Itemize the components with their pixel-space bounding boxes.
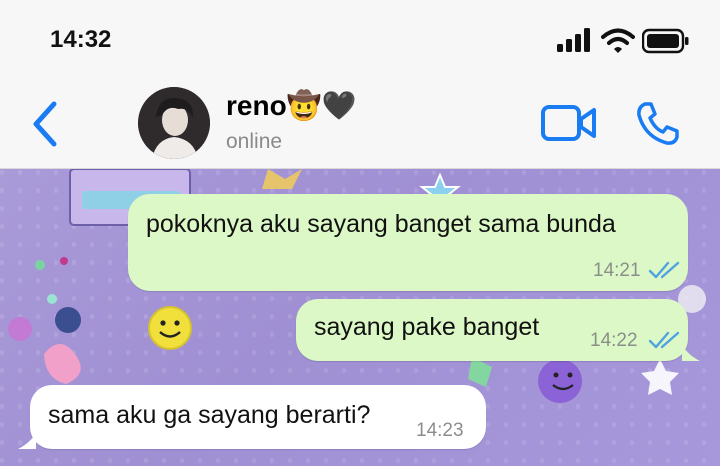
message-time: 14:21 (593, 260, 641, 281)
wifi-icon (601, 28, 635, 53)
bubble-tail (682, 345, 700, 361)
contact-status: online (226, 130, 283, 153)
battery-icon (642, 28, 689, 54)
avatar-photo (138, 87, 210, 159)
chevron-left-icon[interactable] (28, 100, 64, 148)
bubble-tail (18, 433, 36, 449)
message-time: 14:22 (590, 330, 638, 351)
signal-icon (557, 28, 590, 52)
avatar[interactable] (138, 87, 210, 159)
message-text: sayang pake banget (314, 313, 540, 341)
double-check-icon (648, 261, 680, 279)
message-bubble-incoming[interactable]: sama aku ga sayang berarti? 14:23 (30, 385, 486, 449)
contact-name[interactable]: reno🤠🖤 (226, 89, 356, 122)
phone-icon[interactable] (633, 99, 681, 147)
message-text: pokoknya aku sayang banget sama bunda (146, 210, 616, 238)
message-bubble-outgoing[interactable]: sayang pake banget 14:22 (296, 299, 688, 361)
chat-header: 14:32 reno🤠🖤 online (0, 0, 720, 169)
chat-area[interactable]: pokoknya aku sayang banget sama bunda 14… (0, 169, 720, 466)
message-bubble-outgoing[interactable]: pokoknya aku sayang banget sama bunda 14… (128, 194, 688, 291)
message-text: sama aku ga sayang berarti? (48, 401, 371, 429)
message-time: 14:23 (416, 420, 464, 441)
status-time: 14:32 (50, 26, 112, 53)
double-check-icon (648, 331, 680, 349)
video-call-icon[interactable] (540, 102, 598, 144)
